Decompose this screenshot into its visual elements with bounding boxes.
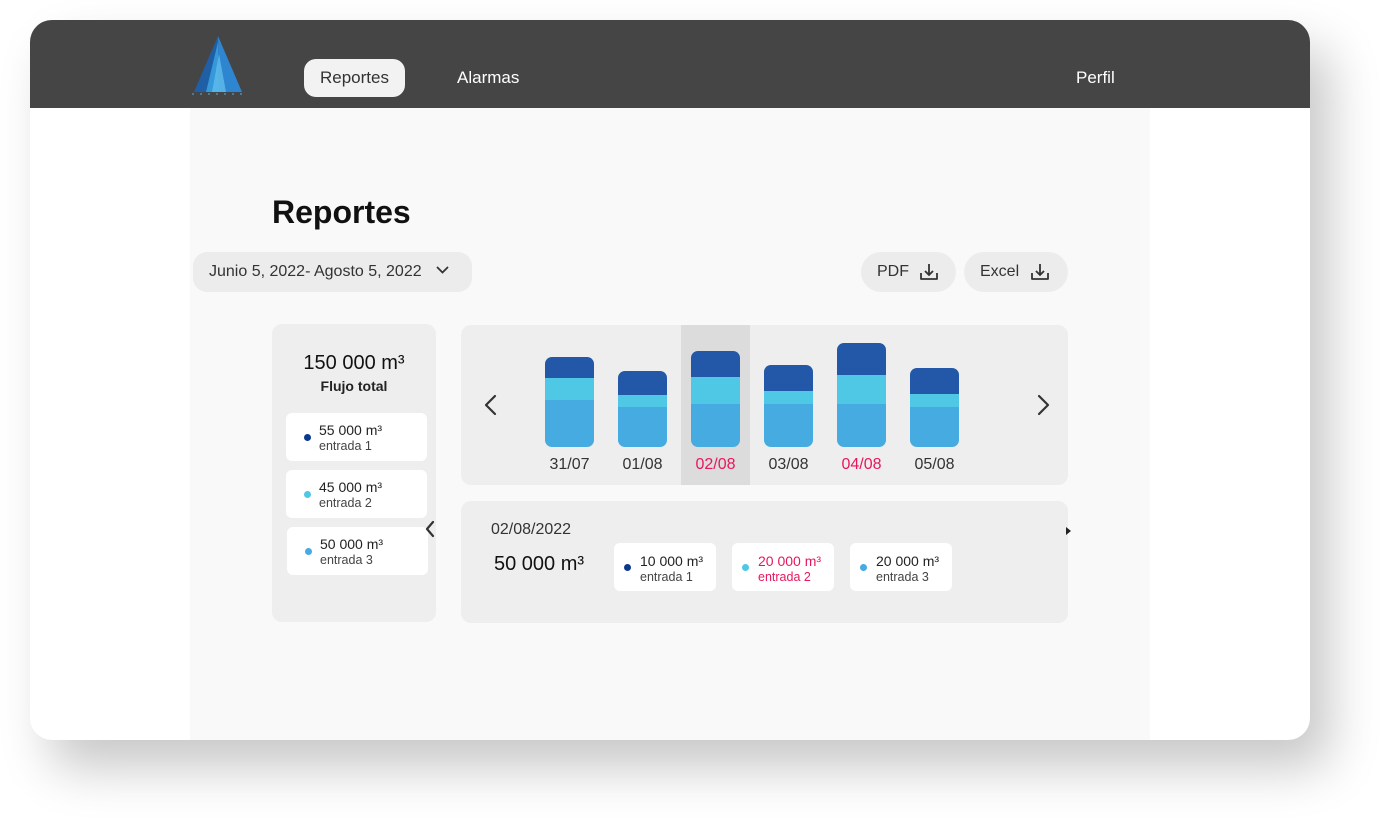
bar-segment-entrada-3 [910,407,959,447]
entry-value: 20 000 m³ [758,553,822,569]
bar-segment-entrada-2 [691,377,740,404]
entrada-3-dot [305,548,312,555]
bar-segment-entrada-2 [618,395,667,407]
top-navigation-bar: Reportes Alarmas Perfil [30,20,1310,108]
daily-flow-chart: 31/07 01/08 02/08 03/08 04/08 05/08 [461,325,1068,485]
entry-card-1: 55 000 m³ entrada 1 [286,413,427,461]
bar-segment-entrada-1 [837,343,886,375]
export-pdf-button[interactable]: PDF [861,252,956,292]
x-tick-label: 03/08 [768,456,808,473]
entry-value: 45 000 m³ [319,479,383,495]
date-range-dropdown[interactable]: Junio 5, 2022- Agosto 5, 2022 [193,252,472,292]
export-excel-button[interactable]: Excel [964,252,1068,292]
detail-entry-card-2: 20 000 m³ entrada 2 [732,543,834,591]
entry-label: entrada 1 [640,570,693,584]
detail-date: 02/08/2022 [491,521,572,538]
bar-segment-entrada-1 [691,351,740,377]
entry-label: entrada 1 [319,439,372,453]
caret-right-icon[interactable] [1066,526,1072,536]
total-flow-label: Flujo total [320,378,388,394]
stacked-bar-chart: 31/07 01/08 02/08 03/08 04/08 05/08 [476,325,1056,485]
bar-31-07[interactable] [545,357,594,447]
profile-link[interactable]: Perfil [1060,59,1131,97]
company-logo[interactable] [188,34,250,96]
x-tick-label: 31/07 [549,456,589,473]
entrada-2-dot [742,564,749,571]
tab-alarmas[interactable]: Alarmas [441,59,535,97]
entrada-1-dot [304,434,311,441]
bar-segment-entrada-2 [837,375,886,404]
chevron-left-icon[interactable] [425,520,435,538]
download-icon [920,264,938,280]
entry-card-2: 45 000 m³ entrada 2 [286,470,427,518]
entry-label: entrada 3 [320,553,373,567]
main-content: Reportes Junio 5, 2022- Agosto 5, 2022 P… [190,108,1150,740]
bar-segment-entrada-3 [618,407,667,447]
bar-04-08[interactable] [837,343,886,447]
entrada-2-dot [304,491,311,498]
bar-segment-entrada-3 [691,404,740,447]
entrada-1-dot [624,564,631,571]
export-excel-label: Excel [980,263,1020,280]
tab-reportes[interactable]: Reportes [304,59,405,97]
bar-01-08[interactable] [618,371,667,447]
total-flow-panel: 150 000 m³ Flujo total 55 000 m³ entrada… [272,324,436,622]
bar-segment-entrada-3 [837,404,886,447]
chart-next-button[interactable] [1026,385,1056,425]
bar-segment-entrada-3 [545,400,594,447]
detail-entry-card-3: 20 000 m³ entrada 3 [850,543,952,591]
entry-label: entrada 3 [876,570,929,584]
x-tick-label: 02/08 [695,456,735,473]
bar-segment-entrada-2 [764,391,813,404]
bar-segment-entrada-2 [545,378,594,400]
entry-card-3: 50 000 m³ entrada 3 [287,527,428,575]
download-icon [1031,264,1049,280]
entry-label: entrada 2 [758,570,811,584]
x-tick-label: 04/08 [841,456,881,473]
x-tick-label: 01/08 [622,456,662,473]
export-pdf-label: PDF [877,263,909,280]
bar-segment-entrada-1 [764,365,813,391]
detail-total-value: 50 000 m³ [494,553,585,575]
date-range-label: Junio 5, 2022- Agosto 5, 2022 [209,263,422,280]
entry-label: entrada 2 [319,496,372,510]
bar-02-08[interactable] [691,351,740,447]
entry-value: 20 000 m³ [876,553,940,569]
bar-segment-entrada-3 [764,404,813,447]
chart-prev-button[interactable] [476,385,506,425]
bar-segment-entrada-1 [545,357,594,378]
bar-05-08[interactable] [910,368,959,447]
bar-segment-entrada-1 [910,368,959,394]
app-window: Reportes Alarmas Perfil Reportes Junio 5… [30,20,1310,740]
entrada-3-dot [860,564,867,571]
total-flow-value: 150 000 m³ [303,352,405,374]
page-title: Reportes [272,194,411,230]
x-tick-label: 05/08 [914,456,954,473]
bar-segment-entrada-2 [910,394,959,407]
day-detail-panel: 02/08/2022 50 000 m³ 10 000 m³ entrada 1… [461,501,1071,623]
entry-value: 50 000 m³ [320,536,384,552]
bar-segment-entrada-1 [618,371,667,395]
chevron-down-icon [436,266,449,274]
entry-value: 10 000 m³ [640,553,704,569]
entry-value: 55 000 m³ [319,422,383,438]
bar-03-08[interactable] [764,365,813,447]
detail-entry-card-1: 10 000 m³ entrada 1 [614,543,716,591]
